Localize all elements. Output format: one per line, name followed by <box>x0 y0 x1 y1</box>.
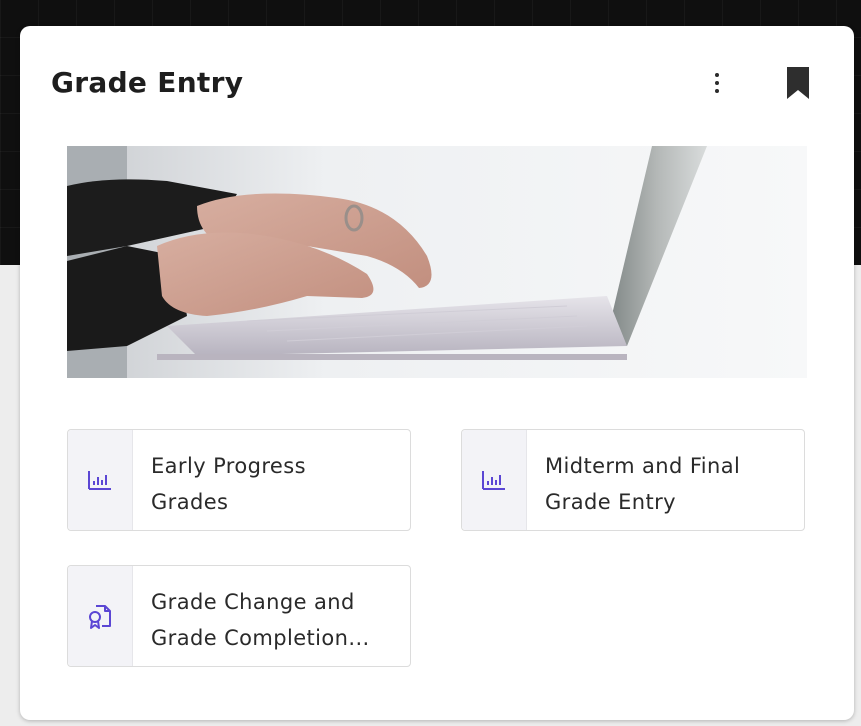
tile-label: Grade Change and Grade Completion... <box>151 590 370 650</box>
more-vertical-icon <box>715 73 719 77</box>
tile-label: Midterm and Final Grade Entry <box>545 454 741 514</box>
bar-chart-icon <box>482 471 505 490</box>
tile-icon-container <box>462 430 527 530</box>
more-options-button[interactable] <box>706 68 728 98</box>
early-progress-grades-tile[interactable]: Early Progress Grades <box>67 429 411 531</box>
document-certificate-icon <box>89 605 111 629</box>
bar-chart-icon <box>88 471 111 490</box>
bookmark-icon <box>787 67 809 99</box>
hero-image <box>67 146 807 378</box>
laptop-typing-illustration <box>67 146 807 378</box>
card-title: Grade Entry <box>51 66 244 99</box>
midterm-and-final-grade-entry-tile[interactable]: Midterm and Final Grade Entry <box>461 429 805 531</box>
bookmark-button[interactable] <box>785 66 811 100</box>
more-vertical-icon-dot-3 <box>715 89 719 93</box>
tile-icon-container <box>68 430 133 530</box>
grade-entry-card: Grade Entry Early Progress Grades Midter… <box>20 26 854 720</box>
grade-change-and-grade-completion-tile[interactable]: Grade Change and Grade Completion... <box>67 565 411 667</box>
tile-label: Early Progress Grades <box>151 454 306 514</box>
more-vertical-icon-dot-2 <box>715 81 719 85</box>
tile-icon-container <box>68 566 133 666</box>
